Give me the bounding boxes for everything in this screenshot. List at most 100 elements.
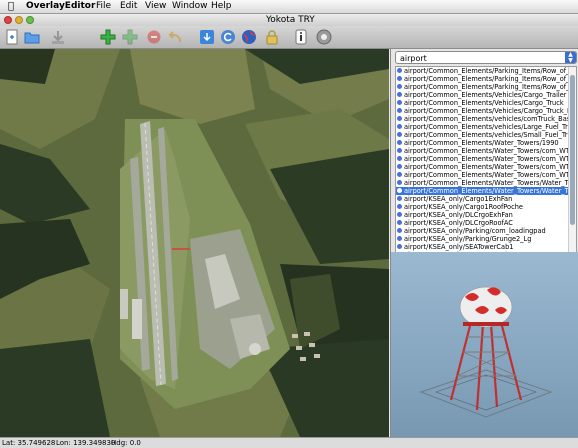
menu-view[interactable]: View [145,0,166,13]
globe-icon[interactable] [241,29,257,45]
list-item-label: airport/KSEA_only/DLCrgoRoofAC [404,219,513,227]
menu-file[interactable]: File [96,0,111,13]
object-bullet-icon [397,108,402,113]
object-bullet-icon [397,172,402,177]
list-item-label: airport/Common_Elements/vehicles/Small_F… [404,131,576,139]
object-bullet-icon [397,68,402,73]
dropdown-arrow-icon: ▲ ▼ [565,52,576,63]
list-item[interactable]: airport/Common_Elements/Vehicles/Cargo_T… [396,99,576,107]
list-item[interactable]: airport/KSEA_only/DLCrgoRoofAC [396,219,576,227]
list-item-label: airport/Common_Elements/vehicles/Large_F… [404,123,576,131]
map-viewport[interactable] [0,49,389,437]
object-bullet-icon [397,204,402,209]
water-tower-preview [391,252,578,437]
object-bullet-icon [397,132,402,137]
object-bullet-icon [397,156,402,161]
scroll-thumb[interactable] [570,75,575,225]
list-item-label: airport/Common_Elements/Parking_Items/Ro… [404,67,576,75]
list-item-label: airport/KSEA_only/Cargo1ExhFan [404,195,513,203]
list-item[interactable]: airport/KSEA_only/Cargo1ExhFan [396,195,576,203]
list-item[interactable]: airport/Common_Elements/Water_Towers/com… [396,155,576,163]
menu-window[interactable]: Window [172,0,208,13]
object-bullet-icon [397,100,402,105]
object-bullet-icon [397,148,402,153]
list-item-label: airport/KSEA_only/SEATowerCab1 [404,243,514,251]
object-bullet-icon [397,124,402,129]
list-scrollbar[interactable] [568,67,576,252]
list-item[interactable]: airport/Common_Elements/Water_Towers/Wat… [396,187,576,195]
object-bullet-icon [397,188,402,193]
object-bullet-icon [397,220,402,225]
minimize-window-button[interactable] [15,16,23,24]
list-item-label: airport/Common_Elements/Water_Towers/Wat… [404,179,576,187]
list-item-label: airport/Common_Elements/Water_Towers/com… [404,147,576,155]
list-item-label: airport/Common_Elements/vehicles/comTruc… [404,115,575,123]
object-panel: airport ▲ ▼ airport/Common_Elements/Parki… [390,49,578,437]
object-bullet-icon [397,244,402,249]
list-item-label: airport/Common_Elements/Water_Towers/com… [404,163,576,171]
list-item[interactable]: airport/Common_Elements/Parking_Items/Ro… [396,67,576,75]
list-item[interactable]: airport/Common_Elements/Water_Towers/199… [396,139,576,147]
list-item[interactable]: airport/Common_Elements/Water_Towers/com… [396,147,576,155]
list-item[interactable]: airport/Common_Elements/vehicles/Small_F… [396,131,576,139]
object-bullet-icon [397,180,402,185]
list-item[interactable]: airport/Common_Elements/Water_Towers/com… [396,163,576,171]
object-bullet-icon [397,84,402,89]
object-bullet-icon [397,76,402,81]
list-item[interactable]: airport/Common_Elements/vehicles/Large_F… [396,123,576,131]
toolbar [0,26,578,49]
menu-edit[interactable]: Edit [120,0,137,13]
list-item[interactable]: airport/KSEA_only/Parking/Grunge2_Lg [396,235,576,243]
category-dropdown[interactable]: airport ▲ ▼ [395,51,577,64]
list-item-label: airport/Common_Elements/Water_Towers/com… [404,171,576,179]
add-object-icon[interactable] [100,29,116,45]
list-item[interactable]: airport/Common_Elements/Parking_Items/Ro… [396,83,576,91]
object-list[interactable]: airport/Common_Elements/Parking_Items/Ro… [395,66,577,253]
reload-icon[interactable] [220,29,236,45]
undo-icon[interactable] [168,29,184,45]
preferences-icon[interactable] [316,29,332,45]
save-icon[interactable] [50,29,66,45]
list-item-label: airport/Common_Elements/Water_Towers/199… [404,139,559,147]
list-item-label: airport/KSEA_only/Parking/com_loadingpad [404,227,546,235]
apple-icon[interactable]:  [8,0,14,13]
list-item-label: airport/Common_Elements/Vehicles/Cargo_T… [404,91,567,99]
list-item-label: airport/Common_Elements/Vehicles/Cargo_T… [404,107,576,115]
import-icon[interactable] [199,29,215,45]
lock-icon[interactable] [264,29,280,45]
list-item[interactable]: airport/Common_Elements/Vehicles/Cargo_T… [396,91,576,99]
list-item[interactable]: airport/Common_Elements/Water_Towers/com… [396,171,576,179]
list-item[interactable]: airport/Common_Elements/Parking_Items/Ro… [396,75,576,83]
list-item-label: airport/Common_Elements/Vehicles/Cargo_T… [404,99,564,107]
object-preview [391,252,578,437]
list-item[interactable]: airport/KSEA_only/SEATowerCab1 [396,243,576,251]
object-bullet-icon [397,196,402,201]
object-bullet-icon [397,228,402,233]
info-icon[interactable] [293,29,309,45]
object-bullet-icon [397,164,402,169]
zoom-window-button[interactable] [26,16,34,24]
new-document-icon[interactable] [4,29,20,45]
list-item-label: airport/KSEA_only/Cargo1RoofPoche [404,203,523,211]
window-titlebar: Yokota TRY [0,14,578,26]
add-object-disabled-icon[interactable] [122,29,138,45]
list-item[interactable]: airport/KSEA_only/Cargo1RoofPoche [396,203,576,211]
object-bullet-icon [397,116,402,121]
close-window-button[interactable] [4,16,12,24]
list-item[interactable]: airport/KSEA_only/Parking/com_loadingpad [396,227,576,235]
category-dropdown-value: airport [400,54,427,63]
menu-bar:  OverlayEditor File Edit View Window He… [0,0,578,14]
menu-help[interactable]: Help [211,0,232,13]
delete-icon[interactable] [146,29,162,45]
list-item-label: airport/Common_Elements/Parking_Items/Ro… [404,83,576,91]
status-bar: Lat: 35.749628 Lon: 139.349830 Hdg: 0.0 [0,437,578,448]
app-menu[interactable]: OverlayEditor [26,0,95,13]
open-folder-icon[interactable] [24,29,40,45]
list-item-label: airport/KSEA_only/Parking/Grunge2_Lg [404,235,532,243]
list-item[interactable]: airport/Common_Elements/Vehicles/Cargo_T… [396,107,576,115]
object-bullet-icon [397,92,402,97]
list-item[interactable]: airport/Common_Elements/Water_Towers/Wat… [396,179,576,187]
list-item[interactable]: airport/Common_Elements/vehicles/comTruc… [396,115,576,123]
satellite-map[interactable] [0,49,389,437]
list-item[interactable]: airport/KSEA_only/DLCrgoExhFan [396,211,576,219]
